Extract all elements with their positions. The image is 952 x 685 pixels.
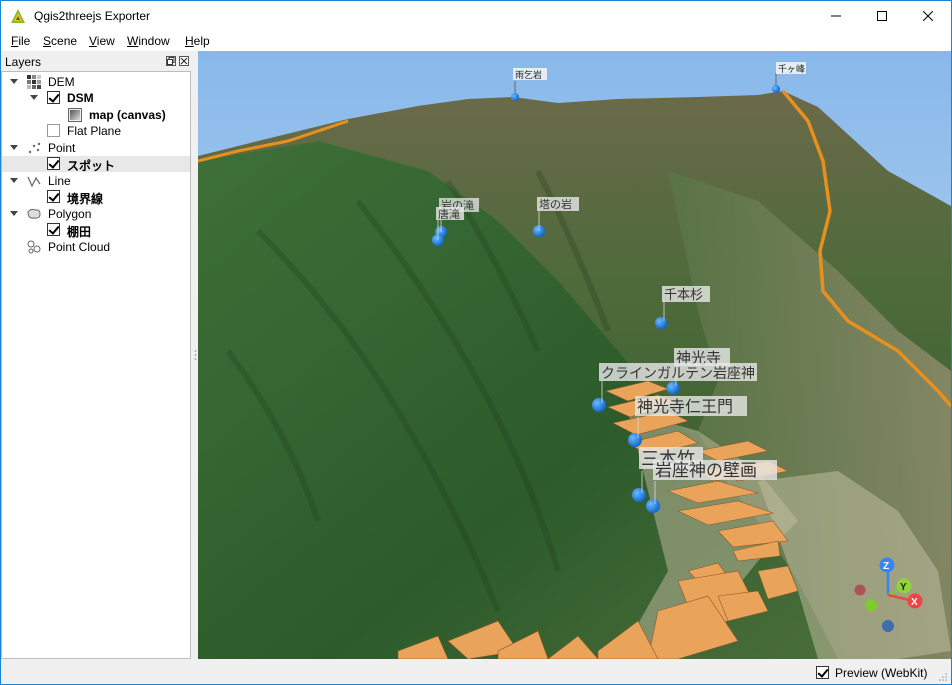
marker-l7[interactable] [628,433,642,447]
checkbox-spot[interactable] [47,157,60,170]
tree-group-point[interactable]: Point [2,140,190,156]
expand-arrow-icon[interactable] [10,79,18,84]
polygon-layer-icon [27,208,41,219]
marker-peak1[interactable] [511,93,519,101]
tree-label-map-canvas: map (canvas) [89,108,166,122]
minimize-icon [831,15,841,17]
expand-arrow-icon[interactable] [10,178,18,183]
title-bar: Qgis2threejs Exporter [1,1,951,31]
menu-scene[interactable]: Scene [43,34,77,48]
tree-item-dsm[interactable]: DSM [2,90,190,106]
3d-preview-viewport[interactable]: 雨乞岩 千ヶ峰 岩の滝 唐滝 塔の岩 千本杉 神光寺 クラインガルテン岩座神 神… [198,51,951,659]
expand-arrow-icon[interactable] [10,211,18,216]
tree-label-line: Line [48,174,71,188]
preview-label: Preview (WebKit) [835,666,928,680]
label-l7: 神光寺仁王門 [637,397,733,416]
terrain-scene[interactable]: 雨乞岩 千ヶ峰 岩の滝 唐滝 塔の岩 千本杉 神光寺 クラインガルテン岩座神 神… [198,51,951,659]
maximize-icon [877,11,887,21]
tree-label-spot: スポット [67,159,116,173]
menu-file-label: ile [18,34,31,48]
checkbox-flat-plane[interactable] [47,124,60,137]
minimize-button[interactable] [813,1,859,31]
menu-scene-accelerator: S [43,34,52,48]
point-layer-icon [28,142,41,154]
menu-view-label: iew [96,34,115,48]
checkbox-dsm[interactable] [47,91,60,104]
expand-arrow-icon[interactable] [30,95,38,100]
label-peak2: 千ヶ峰 [778,64,805,75]
menu-bar: File Scene View Window Help [1,31,951,51]
maximize-button[interactable] [859,1,905,31]
axis-y-label: Y [900,582,907,593]
close-panel-button[interactable] [179,56,189,66]
marker-l5[interactable] [666,381,680,395]
line-layer-icon [27,176,41,188]
float-panel-button[interactable] [166,56,176,66]
tree-label-flat-plane: Flat Plane [67,124,122,138]
tree-label-polygon: Polygon [48,207,92,221]
marker-l9[interactable] [646,499,660,513]
tree-group-line[interactable]: Line [2,173,190,189]
expand-arrow-icon[interactable] [10,145,18,150]
tree-label-boundary: 境界線 [67,192,104,206]
menu-help[interactable]: Help [185,34,210,48]
close-panel-icon [180,57,188,65]
tree-label-dem: DEM [48,75,75,89]
status-bar: Preview (WebKit) [1,659,951,684]
menu-window-accelerator: W [127,34,139,48]
tree-group-polygon[interactable]: Polygon [2,206,190,222]
tree-group-point-cloud[interactable]: Point Cloud [2,239,190,255]
close-button[interactable] [905,1,951,31]
point-cloud-icon [27,240,41,254]
tree-label-point-cloud: Point Cloud [48,240,111,254]
marker-peak2[interactable] [772,85,780,93]
app-window: Qgis2threejs Exporter File Scene View Wi… [0,0,952,685]
marker-l8[interactable] [632,488,646,502]
axis-z-label: Z [883,561,889,572]
axis-x-label: X [911,597,918,608]
qgis2threejs-app-icon [11,9,25,23]
tree-label-point: Point [48,141,76,155]
tree-item-flat-plane[interactable]: Flat Plane [2,123,190,139]
close-icon [923,11,933,21]
layers-panel-title: Layers [5,55,42,69]
tree-item-spot[interactable]: スポット [2,156,190,173]
label-l2: 唐滝 [438,207,460,221]
label-l6: クラインガルテン岩座神 [601,366,755,382]
tree-group-dem[interactable]: DEM [2,74,190,90]
label-l9: 岩座神の壁画 [655,461,757,481]
label-peak1: 雨乞岩 [515,69,542,81]
raster-map-icon [68,108,82,122]
marker-l6[interactable] [592,398,606,412]
layers-panel: Layers DEM DSM map (canvas) Flat Plane P… [1,51,192,659]
dem-layer-icon [27,75,41,89]
float-icon [167,57,175,65]
menu-file[interactable]: File [11,34,30,48]
preview-checkbox[interactable] [816,666,829,679]
menu-window-label: indow [138,34,170,48]
tree-label-dsm: DSM [67,91,94,105]
menu-help-accelerator: H [185,34,194,48]
checkbox-boundary[interactable] [47,190,60,203]
label-l4: 千本杉 [664,288,703,303]
marker-l4[interactable] [655,317,667,329]
tree-item-map-canvas[interactable]: map (canvas) [2,107,190,123]
tree-label-terraced-fields: 棚田 [67,225,92,239]
tree-item-boundary[interactable]: 境界線 [2,189,190,206]
label-l3: 塔の岩 [539,197,572,211]
menu-help-label: elp [193,34,210,48]
menu-scene-label: cene [51,34,78,48]
menu-view[interactable]: View [89,34,115,48]
menu-window[interactable]: Window [127,34,170,48]
menu-view-accelerator: V [89,34,97,48]
resize-grip-icon[interactable] [938,672,948,682]
window-title: Qgis2threejs Exporter [34,9,151,23]
checkbox-terraced-fields[interactable] [47,223,60,236]
tree-item-terraced-fields[interactable]: 棚田 [2,222,190,239]
layer-tree: DEM DSM map (canvas) Flat Plane Point スポ… [1,71,191,659]
